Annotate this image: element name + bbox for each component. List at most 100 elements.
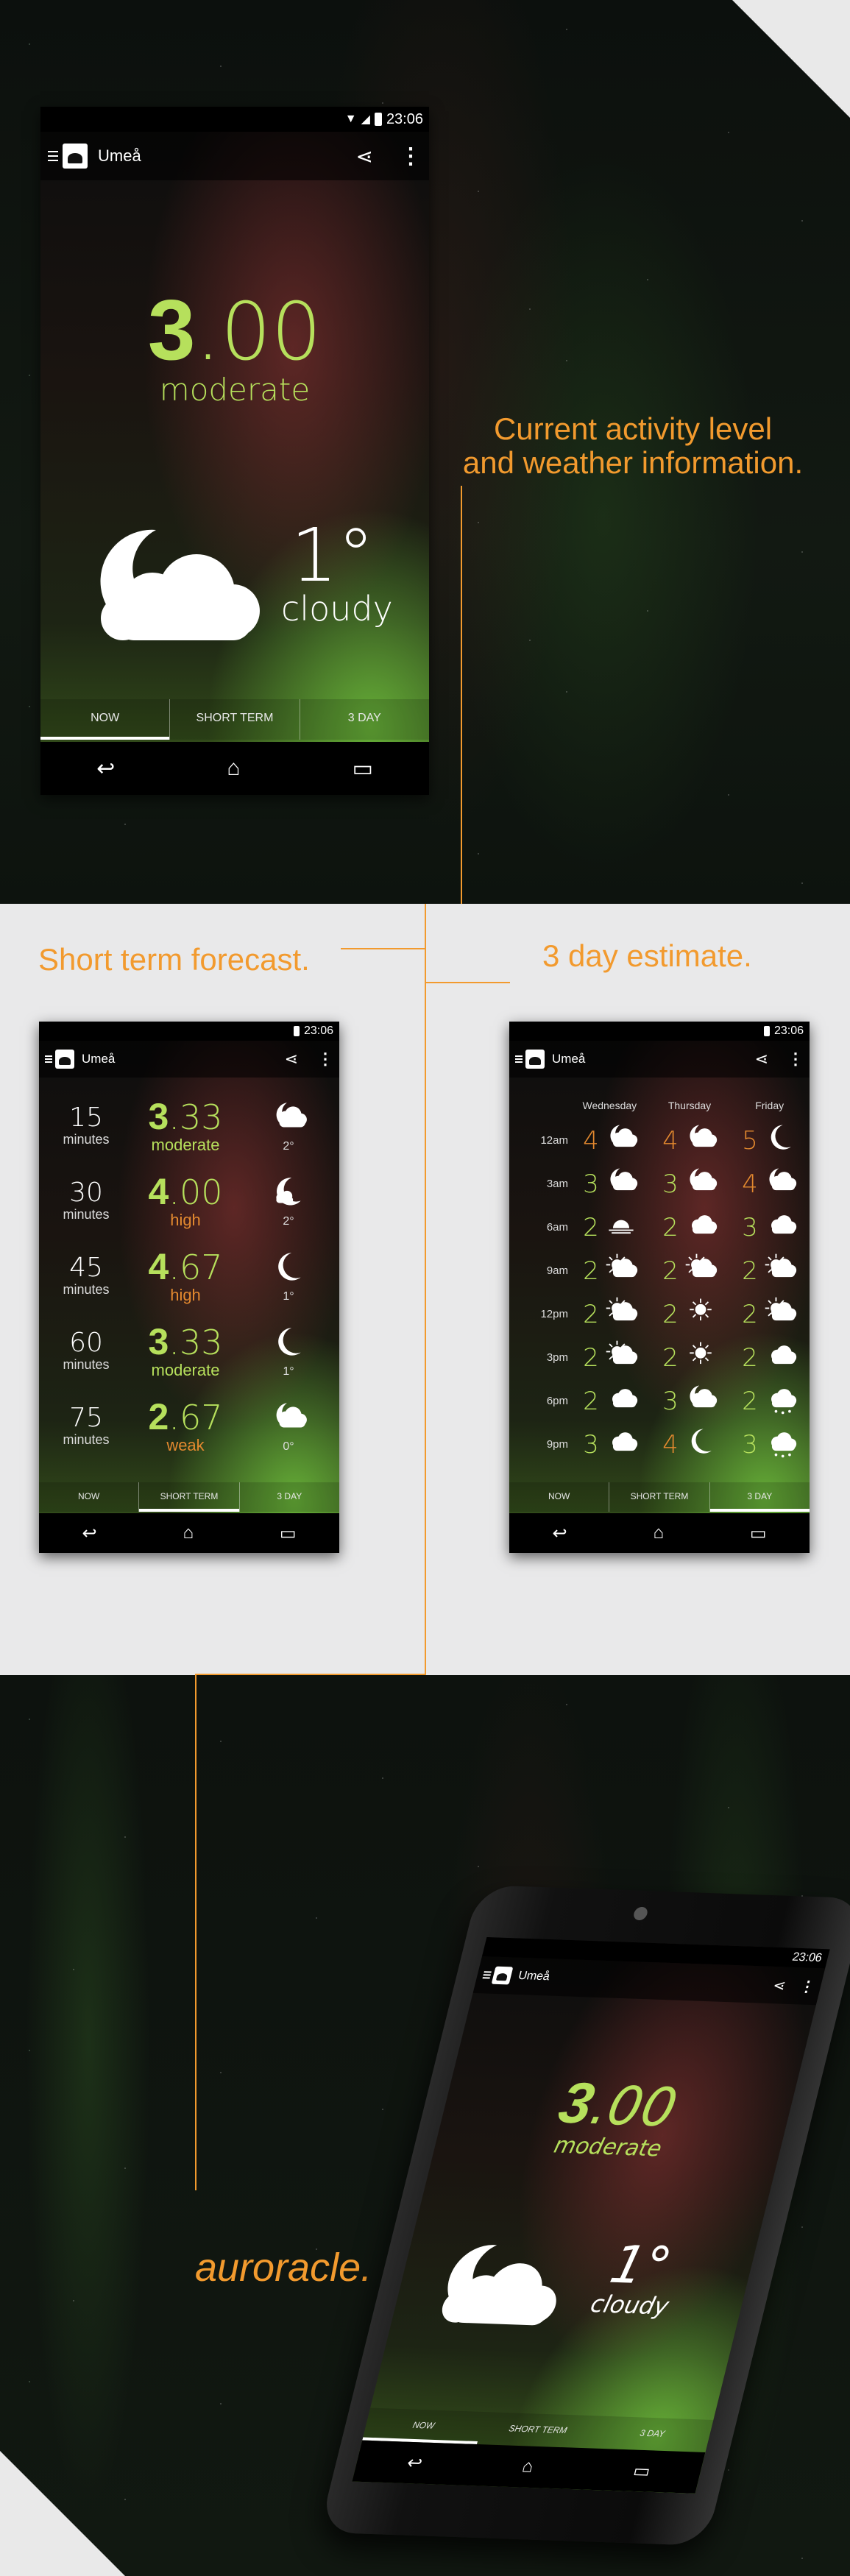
recents-icon[interactable]: ▭: [750, 1523, 767, 1544]
tab-3-day[interactable]: 3 DAY: [300, 699, 429, 740]
sun-cloud-icon: [683, 1251, 718, 1290]
minutes-unit: minutes: [63, 1356, 110, 1372]
kp-level: high: [170, 1210, 201, 1229]
tab-short-term[interactable]: SHORT TERM: [169, 699, 300, 740]
grid-kp: 3: [583, 1429, 599, 1459]
grid-time: 6pm: [546, 1395, 568, 1407]
share-icon[interactable]: ⋖: [285, 1050, 298, 1069]
sun-cloud-icon: [762, 1251, 798, 1290]
recents-icon[interactable]: ▭: [631, 2460, 653, 2482]
main-phone-screen: ▼ ◢ 23:06 Umeå ⋖ ⋮ 3.00 moderate 1° clou…: [40, 107, 429, 795]
home-icon[interactable]: ⌂: [653, 1523, 664, 1543]
home-icon[interactable]: ⌂: [227, 756, 240, 781]
grid-cell: 2: [651, 1295, 730, 1334]
grid-kp: 2: [583, 1342, 599, 1373]
status-bar: 23:06: [39, 1022, 339, 1041]
grid-cell: 4: [651, 1121, 730, 1160]
minutes-value: 60: [69, 1328, 103, 1359]
back-icon[interactable]: ↩: [405, 2452, 425, 2474]
grid-kp: 2: [742, 1386, 758, 1416]
app-logo[interactable]: [63, 144, 88, 169]
grid-kp: 4: [583, 1125, 599, 1156]
tab-3-day[interactable]: 3 DAY: [240, 1482, 339, 1512]
tab-short-term[interactable]: SHORT TERM: [609, 1482, 710, 1512]
tab-now[interactable]: NOW: [362, 2408, 484, 2444]
overflow-menu-icon[interactable]: ⋮: [317, 1050, 333, 1069]
forecast-row: 30 minutes 4.00 high 2°: [39, 1163, 339, 1238]
wifi-icon: ▼: [344, 113, 357, 125]
sun-cloud-icon: [603, 1295, 639, 1334]
share-icon[interactable]: ⋖: [356, 144, 373, 169]
grid-row: 3am 3 3 4: [509, 1162, 810, 1206]
battery-icon: [374, 113, 382, 126]
menu-icon[interactable]: [48, 151, 58, 161]
moon-cloud-icon: [683, 1164, 718, 1203]
sun-cloud-icon: [603, 1251, 639, 1290]
menu-icon[interactable]: [482, 1971, 492, 1979]
tab-now[interactable]: NOW: [39, 1482, 138, 1512]
kp-integer: 2: [148, 1396, 169, 1438]
grid-kp: 2: [583, 1212, 599, 1242]
recents-icon[interactable]: ▭: [353, 756, 373, 782]
forecast-time: 15 minutes: [49, 1103, 123, 1147]
tab-3-day[interactable]: 3 DAY: [709, 1482, 810, 1512]
grid-kp: 3: [662, 1386, 679, 1416]
grid-cell: 2: [571, 1381, 651, 1420]
tab-3-day[interactable]: 3 DAY: [591, 2416, 713, 2452]
overflow-menu-icon[interactable]: ⋮: [798, 1977, 817, 1996]
snow-icon: [762, 1425, 798, 1464]
status-bar: ▼ ◢ 23:06: [40, 107, 429, 132]
kp-integer: 4: [148, 1171, 169, 1213]
grid-time: 9pm: [546, 1438, 568, 1451]
grid-row: 3pm 2 2 2: [509, 1336, 810, 1379]
kp-decimal: .33: [169, 1323, 223, 1363]
kp-decimal: .33: [169, 1097, 223, 1138]
connector-line: [425, 904, 426, 1675]
grid-cell: 5: [730, 1121, 810, 1160]
sun-cloud-icon: [762, 1295, 798, 1334]
caption-line-1: Current activity level: [493, 411, 773, 446]
kp-integer: 4: [148, 1246, 169, 1288]
share-icon[interactable]: ⋖: [771, 1976, 788, 1995]
tab-now[interactable]: NOW: [509, 1482, 609, 1512]
home-icon[interactable]: ⌂: [520, 2456, 536, 2477]
app-logo[interactable]: [55, 1050, 74, 1069]
grid-cell: 2: [571, 1338, 651, 1377]
forecast-kp: 4.00 high: [123, 1172, 248, 1228]
caption-line-2: and weather information.: [462, 445, 804, 480]
tab-now[interactable]: NOW: [40, 699, 170, 740]
grid-cell: 3: [571, 1164, 651, 1203]
grid-kp: 3: [742, 1429, 758, 1459]
home-icon[interactable]: ⌂: [183, 1523, 194, 1543]
app-logo[interactable]: [491, 1966, 514, 1985]
back-icon[interactable]: ↩: [96, 756, 115, 782]
back-icon[interactable]: ↩: [82, 1523, 96, 1544]
share-icon[interactable]: ⋖: [755, 1050, 768, 1069]
recents-icon[interactable]: ▭: [280, 1523, 297, 1544]
menu-icon[interactable]: [515, 1055, 523, 1063]
tab-short-term[interactable]: SHORT TERM: [477, 2412, 599, 2448]
forecast-weather: 2°: [248, 1173, 329, 1228]
kp-index: 3.00: [40, 287, 429, 372]
overflow-menu-icon[interactable]: ⋮: [400, 144, 422, 169]
app-bar: Umeå ⋖ ⋮: [509, 1041, 810, 1078]
grid-time: 3am: [546, 1178, 568, 1190]
menu-icon[interactable]: [45, 1055, 52, 1063]
grid-cell: 2: [730, 1381, 810, 1420]
status-bar: 23:06: [509, 1022, 810, 1041]
forecast-temp: 0°: [283, 1440, 294, 1453]
back-icon[interactable]: ↩: [552, 1523, 567, 1544]
app-logo[interactable]: [525, 1050, 545, 1069]
day-header: Wednesday: [582, 1100, 637, 1111]
app-name: auroracle.: [195, 2246, 372, 2290]
overflow-menu-icon[interactable]: ⋮: [787, 1050, 804, 1069]
kp-index-decimal: .00: [195, 286, 322, 378]
nav-bar: ↩ ⌂ ▭: [509, 1513, 810, 1553]
kp-decimal: .00: [169, 1172, 223, 1213]
grid-cell: 3: [571, 1425, 651, 1464]
tab-short-term[interactable]: SHORT TERM: [138, 1482, 240, 1512]
nav-bar: ↩ ⌂ ▭: [40, 742, 429, 795]
forecast-kp: 3.33 moderate: [123, 1097, 248, 1153]
moon-cloud-icon: [683, 1121, 718, 1160]
forecast-row: 75 minutes 2.67 weak 0°: [39, 1388, 339, 1463]
